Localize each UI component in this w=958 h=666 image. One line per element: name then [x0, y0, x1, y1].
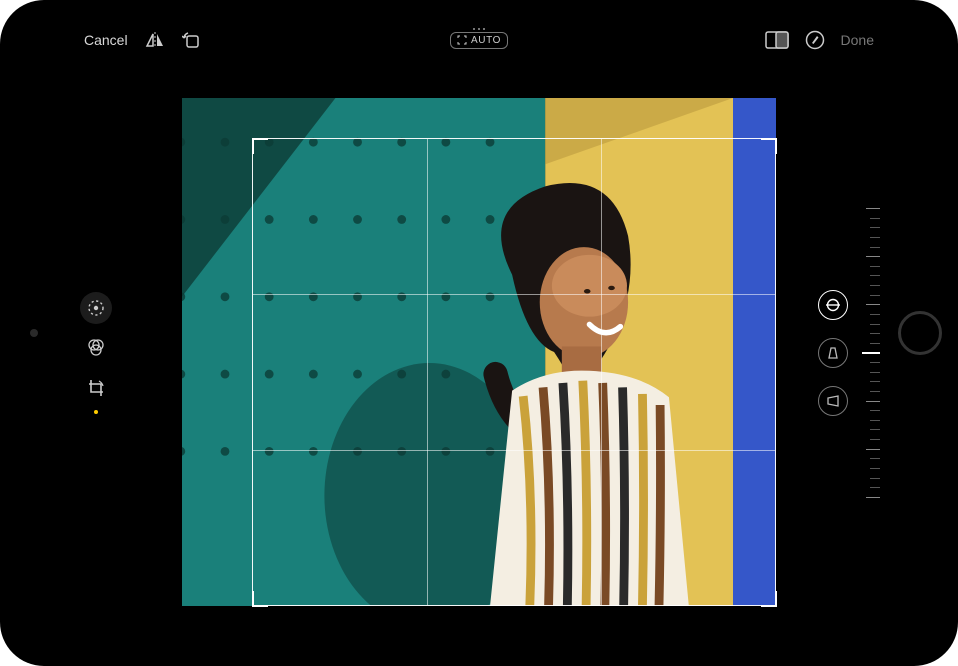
done-button[interactable]: Done: [841, 32, 874, 48]
dial-tick: [870, 275, 880, 276]
dial-tick: [870, 362, 880, 363]
dial-tick: [870, 227, 880, 228]
auto-label: AUTO: [471, 35, 501, 46]
dial-tick: [866, 208, 880, 209]
aspect-ratio-icon: [765, 31, 789, 49]
photo-image: [182, 98, 776, 606]
top-toolbar: Cancel: [72, 20, 886, 60]
filters-tab[interactable]: [80, 332, 112, 364]
crop-tab[interactable]: [80, 372, 112, 404]
dial-tick: [866, 497, 880, 498]
front-camera-icon: [30, 329, 38, 337]
straighten-button[interactable]: [818, 290, 848, 320]
dial-tick: [870, 429, 880, 430]
dial-tick: [870, 487, 880, 488]
dial-tick: [870, 343, 880, 344]
straighten-icon: [825, 297, 841, 313]
markup-button[interactable]: [805, 30, 825, 50]
dial-tick: [870, 295, 880, 296]
dial-tick: [870, 218, 880, 219]
dial-tick: [870, 266, 880, 267]
horizontal-perspective-button[interactable]: [818, 386, 848, 416]
viewfinder-icon: [457, 35, 467, 45]
dial-tick: [870, 324, 880, 325]
rotate-button[interactable]: [182, 30, 202, 50]
dial-tick: [866, 256, 880, 257]
adjust-tab[interactable]: [80, 292, 112, 324]
dial-tick: [870, 391, 880, 392]
dial-tick: [870, 458, 880, 459]
screen: Cancel: [72, 20, 886, 646]
photo-viewport[interactable]: [182, 98, 776, 606]
flip-horizontal-button[interactable]: [144, 31, 166, 49]
dial-center-indicator-icon: [862, 352, 880, 354]
dial-tick: [870, 439, 880, 440]
dial-tick: [870, 468, 880, 469]
dial-tick: [870, 333, 880, 334]
dial-tick: [870, 420, 880, 421]
dial-tick: [866, 449, 880, 450]
home-button[interactable]: [898, 311, 942, 355]
rotate-icon: [182, 30, 202, 50]
dial-tick: [866, 401, 880, 402]
aspect-ratio-button[interactable]: [765, 31, 789, 49]
dial-tick: [870, 314, 880, 315]
dial-tick: [870, 381, 880, 382]
dial-tick: [870, 410, 880, 411]
edit-mode-tabs: [80, 292, 112, 414]
dial-tick: [870, 285, 880, 286]
dial-tick: [866, 304, 880, 305]
angle-dial[interactable]: [858, 208, 880, 498]
dial-tick: [870, 478, 880, 479]
ellipsis-icon: [473, 28, 485, 30]
ipad-frame: Cancel: [0, 0, 958, 666]
geometry-controls: [818, 290, 848, 416]
vertical-perspective-button[interactable]: [818, 338, 848, 368]
auto-enhance-button[interactable]: AUTO: [450, 32, 508, 49]
flip-horizontal-icon: [144, 31, 166, 49]
dial-tick: [870, 237, 880, 238]
crop-tab-icon: [86, 378, 106, 398]
active-tab-indicator-icon: [94, 410, 98, 414]
filters-tab-icon: [86, 338, 106, 358]
markup-icon: [805, 30, 825, 50]
dial-tick: [870, 372, 880, 373]
vertical-perspective-icon: [826, 346, 840, 360]
edit-canvas: [72, 60, 886, 646]
dial-tick: [870, 247, 880, 248]
cancel-button[interactable]: Cancel: [84, 32, 128, 48]
horizontal-perspective-icon: [826, 394, 840, 408]
adjust-tab-icon: [87, 299, 105, 317]
